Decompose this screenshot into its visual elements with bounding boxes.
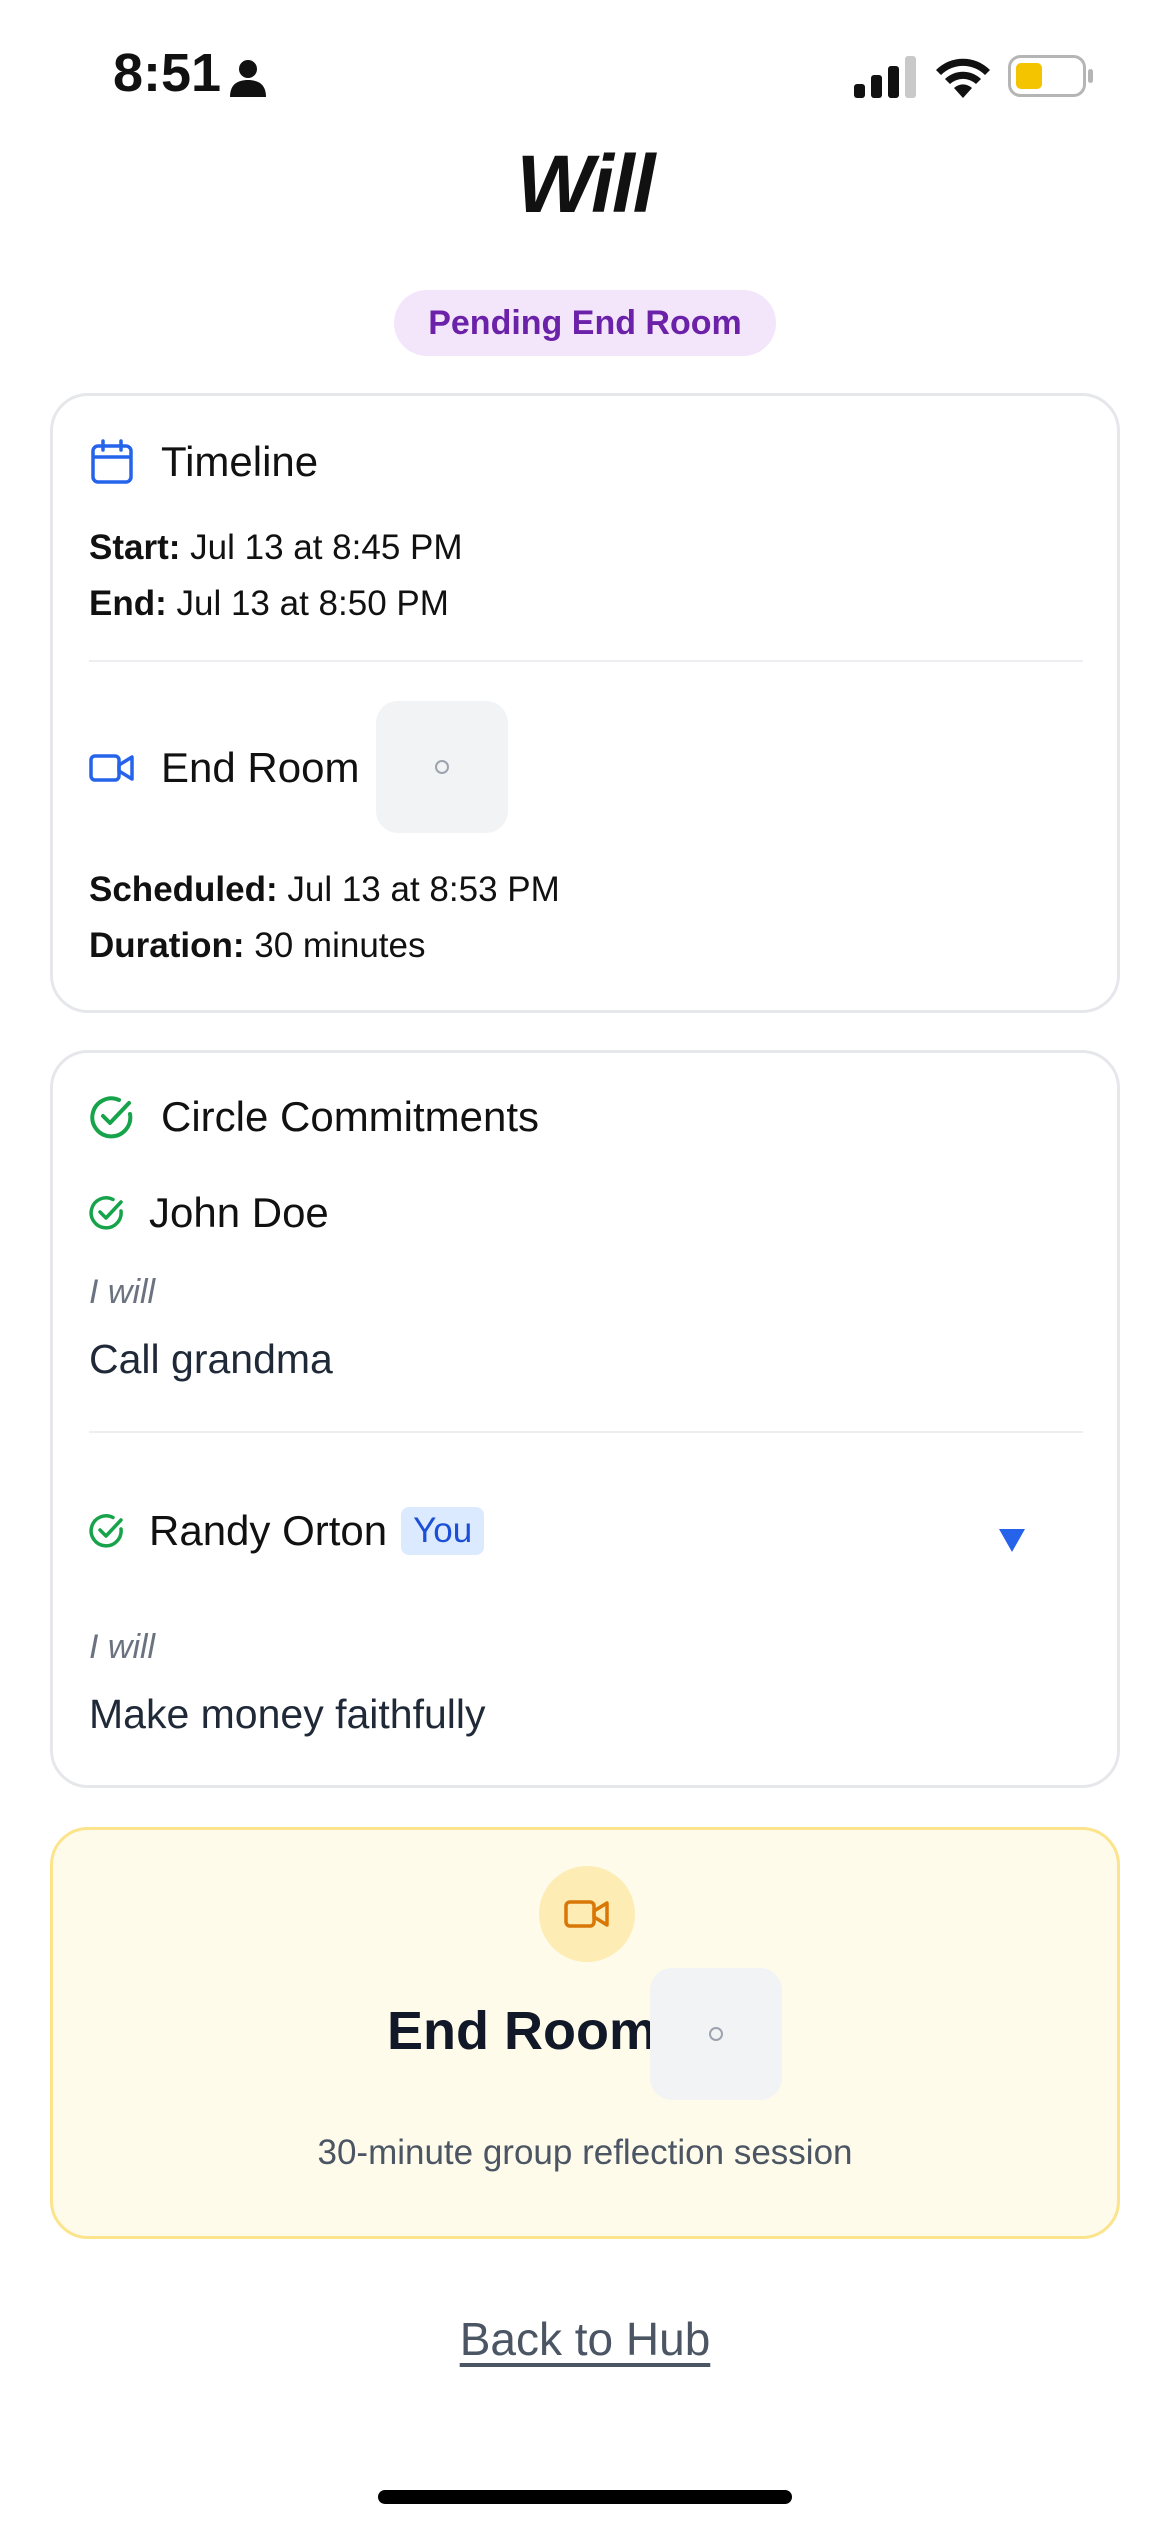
duration-label: Duration: [89,926,245,965]
duration-value: 30 minutes [254,926,426,965]
calendar-icon [91,439,133,484]
duration-row: Duration: 30 minutes [89,926,426,966]
timeline-heading: Timeline [161,438,319,485]
i-will-label: I will [89,1628,156,1666]
start-value: Jul 13 at 8:45 PM [190,528,463,567]
start-label: Start: [89,528,181,567]
member-name: John Doe [149,1189,329,1236]
end-room-header: End Room [89,744,359,792]
check-circle-icon [90,1096,133,1139]
commitments-header: Circle Commitments [89,1093,539,1141]
page-title: Will [516,139,655,230]
timeline-header: Timeline [89,438,318,486]
wifi-icon [936,58,990,98]
battery-icon [1008,55,1093,97]
chevron-down-icon[interactable] [997,1526,1027,1554]
end-room-icon-badge [539,1866,635,1962]
i-will-label: I will [89,1273,156,1311]
home-indicator [378,2490,792,2504]
commitment-text: Call grandma [89,1336,333,1382]
check-circle-icon [89,1514,123,1548]
commitments-card: Circle Commitments John Doe I will Call … [50,1050,1120,1788]
scheduled-row: Scheduled: Jul 13 at 8:53 PM [89,870,560,910]
status-bar: 8:51 [0,0,1170,150]
member-header: John Doe [89,1189,329,1237]
end-room-subtitle: 30-minute group reflection session [317,2133,853,2172]
loading-dot-icon [709,2027,723,2041]
commitment-text: Make money faithfully [89,1691,486,1737]
end-room-thumbnail[interactable] [650,1968,782,2100]
end-room-thumbnail[interactable] [376,701,508,833]
person-icon [230,60,266,97]
start-row: Start: Jul 13 at 8:45 PM [89,528,463,568]
end-room-heading: End Room [161,744,360,791]
divider [89,1431,1083,1433]
check-circle-icon [89,1196,123,1230]
end-room-title: End Room [387,2001,657,2061]
status-badge: Pending End Room [394,290,776,356]
back-to-hub-link[interactable]: Back to Hub [0,2312,1170,2366]
member-name: Randy Orton [149,1507,388,1554]
divider [89,660,1083,662]
loading-dot-icon [435,760,449,774]
commitments-heading: Circle Commitments [161,1093,540,1140]
end-value: Jul 13 at 8:50 PM [176,584,449,623]
end-room-card[interactable]: End Room 30-minute group reflection sess… [50,1827,1120,2239]
you-badge: You [401,1507,485,1555]
scheduled-value: Jul 13 at 8:53 PM [287,870,560,909]
status-time: 8:51 [113,43,222,103]
timeline-card: Timeline Start: Jul 13 at 8:45 PM End: J… [50,393,1120,1013]
video-camera-icon [89,754,134,782]
scheduled-label: Scheduled: [89,870,278,909]
end-row: End: Jul 13 at 8:50 PM [89,584,449,624]
video-camera-icon [564,1900,609,1928]
signal-icon [854,56,916,98]
member-header[interactable]: Randy Orton You [89,1507,485,1555]
end-label: End: [89,584,167,623]
